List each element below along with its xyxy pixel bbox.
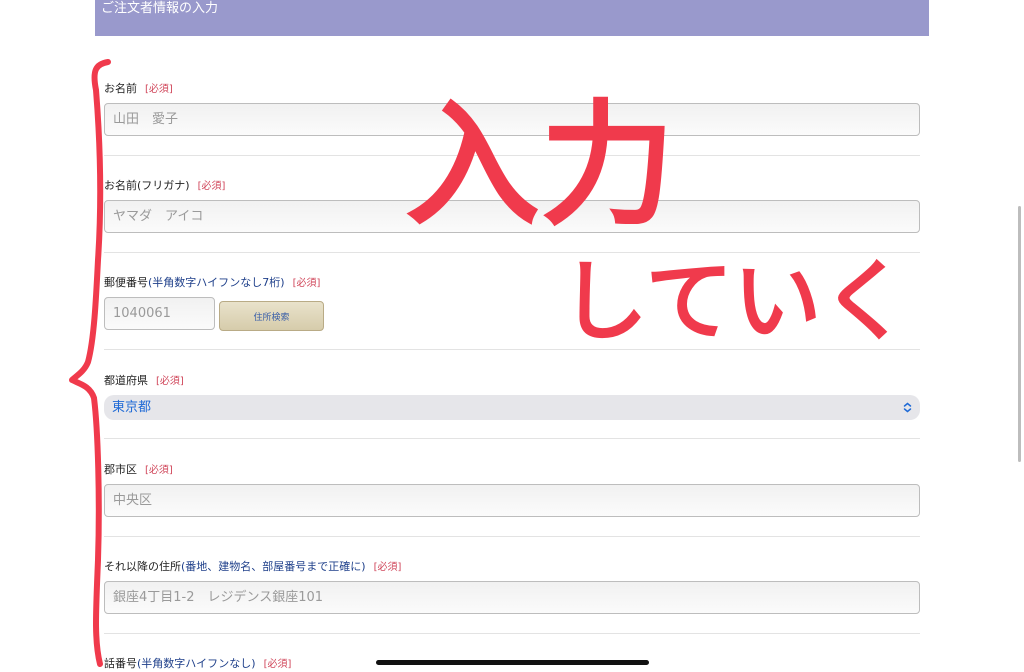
required-badge: [必須] bbox=[145, 84, 173, 95]
address-label-text: それ以降の住所 bbox=[104, 560, 181, 573]
prefecture-select[interactable]: 東京都 bbox=[104, 395, 920, 420]
address-input[interactable] bbox=[104, 581, 920, 614]
section-header: ご注文者情報の入力 bbox=[95, 0, 929, 36]
zip-label-text: 郵便番号 bbox=[104, 276, 148, 289]
home-indicator[interactable] bbox=[376, 660, 649, 665]
phone-label-text: 話番号 bbox=[104, 657, 137, 670]
divider bbox=[104, 536, 920, 537]
kana-label: お名前(フリガナ) [必須] bbox=[104, 177, 225, 193]
required-badge: [必須] bbox=[197, 181, 226, 192]
prefecture-label-text: 都道府県 bbox=[104, 374, 148, 387]
prefecture-selected-value: 東京都 bbox=[112, 400, 152, 415]
scrollbar[interactable] bbox=[1018, 206, 1021, 462]
prefecture-label: 都道府県 [必須] bbox=[104, 372, 184, 388]
required-badge: [必須] bbox=[263, 659, 292, 670]
required-badge: [必須] bbox=[145, 465, 173, 476]
required-badge: [必須] bbox=[156, 376, 184, 387]
kana-input[interactable] bbox=[104, 200, 920, 233]
curly-brace-mark bbox=[69, 59, 111, 667]
address-hint: (番地、建物名、部屋番号まで正確に) bbox=[181, 560, 366, 573]
name-input[interactable] bbox=[104, 103, 920, 136]
required-badge: [必須] bbox=[373, 562, 402, 573]
divider bbox=[104, 438, 920, 439]
name-label-text: お名前 bbox=[104, 82, 137, 95]
city-label: 郡市区 [必須] bbox=[104, 461, 173, 477]
zip-input[interactable] bbox=[104, 297, 215, 330]
divider bbox=[104, 155, 920, 156]
phone-label: 話番号(半角数字ハイフンなし) [必須] bbox=[104, 655, 291, 671]
divider bbox=[104, 252, 920, 253]
city-input[interactable] bbox=[104, 484, 920, 517]
kana-label-text: お名前(フリガナ) bbox=[104, 179, 190, 192]
zip-hint: (半角数字ハイフンなし7桁) bbox=[148, 276, 285, 289]
phone-hint: (半角数字ハイフンなし) bbox=[137, 657, 256, 670]
annotation-line-2: していく bbox=[560, 250, 909, 353]
name-label: お名前 [必須] bbox=[104, 80, 173, 96]
zip-label: 郵便番号(半角数字ハイフンなし7桁) [必須] bbox=[104, 274, 320, 290]
address-label: それ以降の住所(番地、建物名、部屋番号まで正確に) [必須] bbox=[104, 558, 401, 574]
section-title: ご注文者情報の入力 bbox=[101, 1, 219, 16]
divider bbox=[104, 349, 920, 350]
address-search-button[interactable]: 住所検索 bbox=[219, 301, 324, 331]
required-badge: [必須] bbox=[292, 278, 321, 289]
chevron-up-down-icon bbox=[903, 402, 912, 413]
divider bbox=[104, 633, 920, 634]
city-label-text: 郡市区 bbox=[104, 463, 137, 476]
